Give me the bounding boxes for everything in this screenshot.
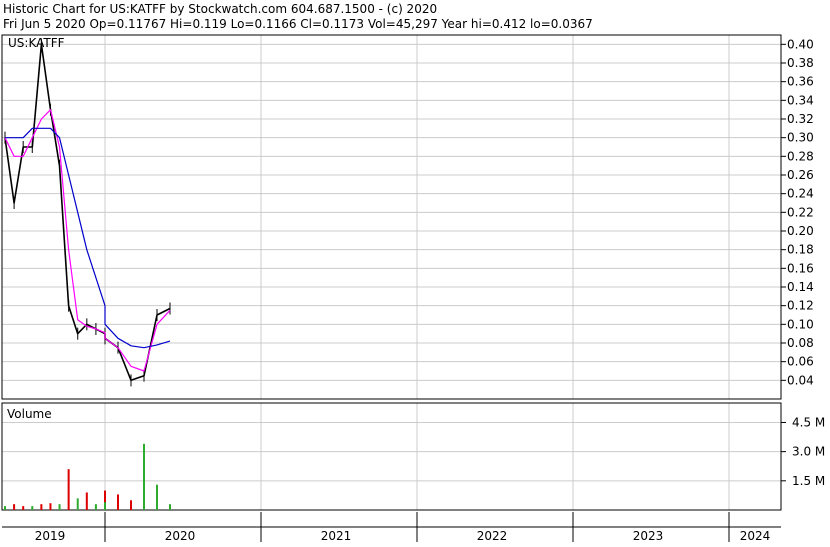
price-tick-label: 0.26 [787, 168, 814, 182]
stock-chart: Historic Chart for US:KATFF by Stockwatc… [0, 0, 830, 543]
price-tick-label: 0.04 [787, 373, 814, 387]
volume-bar [67, 469, 70, 510]
x-tick-label: 2019 [35, 529, 66, 543]
volume-bar [13, 504, 16, 510]
volume-bar [31, 506, 34, 510]
volume-tick-label: 1.5 M [792, 474, 825, 488]
volume-tick-label: 3.0 M [792, 445, 825, 459]
price-tick-label: 0.24 [787, 187, 814, 201]
volume-bar [22, 506, 25, 510]
volume-bar [130, 500, 132, 510]
x-tick-label: 2021 [321, 529, 352, 543]
price-tick-label: 0.36 [787, 75, 814, 89]
x-tick-label: 2020 [165, 529, 196, 543]
price-tick-label: 0.28 [787, 149, 814, 163]
x-tick-label: 2022 [477, 529, 508, 543]
volume-bar [104, 502, 106, 510]
chart-canvas: Historic Chart for US:KATFF by Stockwatc… [0, 0, 830, 543]
volume-bar [85, 492, 88, 510]
header-title: Historic Chart for US:KATFF by Stockwatc… [3, 2, 437, 16]
volume-bar [117, 494, 119, 510]
volume-tick-label: 4.5 M [792, 415, 825, 429]
volume-bar [76, 498, 79, 510]
x-tick-label: 2024 [740, 529, 771, 543]
price-tick-label: 0.40 [787, 37, 814, 51]
price-tick-label: 0.12 [787, 299, 814, 313]
volume-bar [49, 503, 52, 510]
price-tick-label: 0.38 [787, 56, 814, 70]
volume-bar [94, 504, 97, 510]
price-tick-label: 0.34 [787, 93, 814, 107]
price-tick-label: 0.06 [787, 355, 814, 369]
price-tick-label: 0.30 [787, 131, 814, 145]
symbol-label: US:KATFF [8, 36, 65, 50]
header-quote: Fri Jun 5 2020 Op=0.11767 Hi=0.119 Lo=0.… [3, 17, 593, 31]
volume-bar [169, 504, 171, 510]
price-tick-label: 0.14 [787, 280, 814, 294]
volume-bar [143, 443, 145, 510]
price-tick-label: 0.16 [787, 261, 814, 275]
volume-bar [4, 506, 6, 510]
volume-bar [58, 504, 61, 510]
price-tick-label: 0.22 [787, 205, 814, 219]
price-tick-label: 0.10 [787, 317, 814, 331]
price-tick-label: 0.18 [787, 243, 814, 257]
price-tick-label: 0.08 [787, 336, 814, 350]
volume-bar [40, 504, 43, 510]
price-tick-label: 0.32 [787, 112, 814, 126]
volume-title: Volume [7, 407, 52, 421]
volume-bar [156, 484, 158, 510]
price-tick-label: 0.20 [787, 224, 814, 238]
x-tick-label: 2023 [633, 529, 664, 543]
